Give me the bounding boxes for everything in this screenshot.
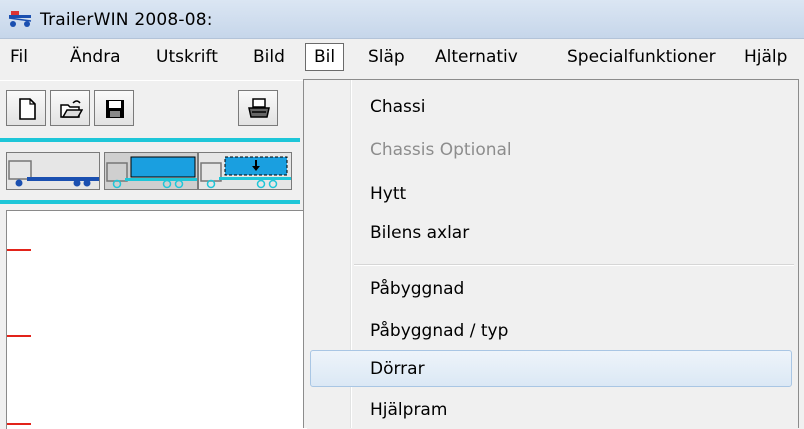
menu-andra[interactable]: Ändra — [70, 47, 121, 67]
body-down-view-button[interactable] — [198, 152, 292, 190]
menu-slap[interactable]: Släp — [368, 47, 405, 67]
ruler-tick — [7, 249, 31, 251]
truck-chassis-icon — [8, 160, 99, 187]
menu-item-pabyggnad[interactable]: Påbyggnad — [370, 279, 464, 299]
trailer-app-icon — [8, 9, 32, 31]
menu-utskrift[interactable]: Utskrift — [156, 47, 218, 67]
menu-separator — [354, 264, 794, 266]
save-disk-icon — [106, 100, 124, 118]
new-document-icon — [19, 98, 36, 120]
menu-bar: Fil Ändra Utskrift Bild Bil Släp Alterna… — [0, 39, 804, 79]
menu-item-chassis-optional: Chassis Optional — [370, 140, 512, 160]
open-folder-icon — [60, 100, 83, 118]
truck-body-down-icon — [200, 156, 291, 189]
bil-dropdown-menu: Chassi Chassis Optional Hytt Bilens axla… — [303, 79, 799, 428]
toolbar-separator-bottom — [0, 200, 300, 204]
new-button[interactable] — [6, 90, 46, 126]
menu-item-hytt[interactable]: Hytt — [370, 184, 406, 204]
truck-body-icon — [106, 156, 197, 189]
menu-bild[interactable]: Bild — [253, 47, 285, 67]
menu-item-hjalpram[interactable]: Hjälpram — [370, 400, 447, 420]
drawing-canvas[interactable] — [6, 210, 307, 429]
save-button[interactable] — [94, 90, 134, 126]
menu-item-chassi[interactable]: Chassi — [370, 97, 426, 117]
print-icon — [248, 98, 270, 118]
menu-item-bilens-axlar[interactable]: Bilens axlar — [370, 223, 469, 243]
body-view-button[interactable] — [104, 152, 198, 190]
menu-fil[interactable]: Fil — [10, 47, 28, 67]
chassis-view-button[interactable] — [6, 152, 100, 190]
menu-specialfunktioner[interactable]: Specialfunktioner — [567, 47, 716, 67]
menu-alternativ[interactable]: Alternativ — [435, 47, 518, 67]
menu-item-dorrar[interactable]: Dörrar — [370, 359, 425, 379]
menu-bil[interactable]: Bil — [305, 43, 345, 71]
window-title: TrailerWIN 2008-08: — [40, 10, 213, 30]
menu-hjalp[interactable]: Hjälp — [744, 47, 787, 67]
open-button[interactable] — [50, 90, 90, 126]
vehicle-toolbar — [0, 142, 300, 202]
ruler-tick — [7, 335, 31, 337]
menu-item-pabyggnad-typ[interactable]: Påbyggnad / typ — [370, 321, 508, 341]
print-button[interactable] — [238, 90, 278, 126]
title-bar: TrailerWIN 2008-08: — [0, 0, 804, 39]
ruler-tick — [7, 423, 31, 425]
